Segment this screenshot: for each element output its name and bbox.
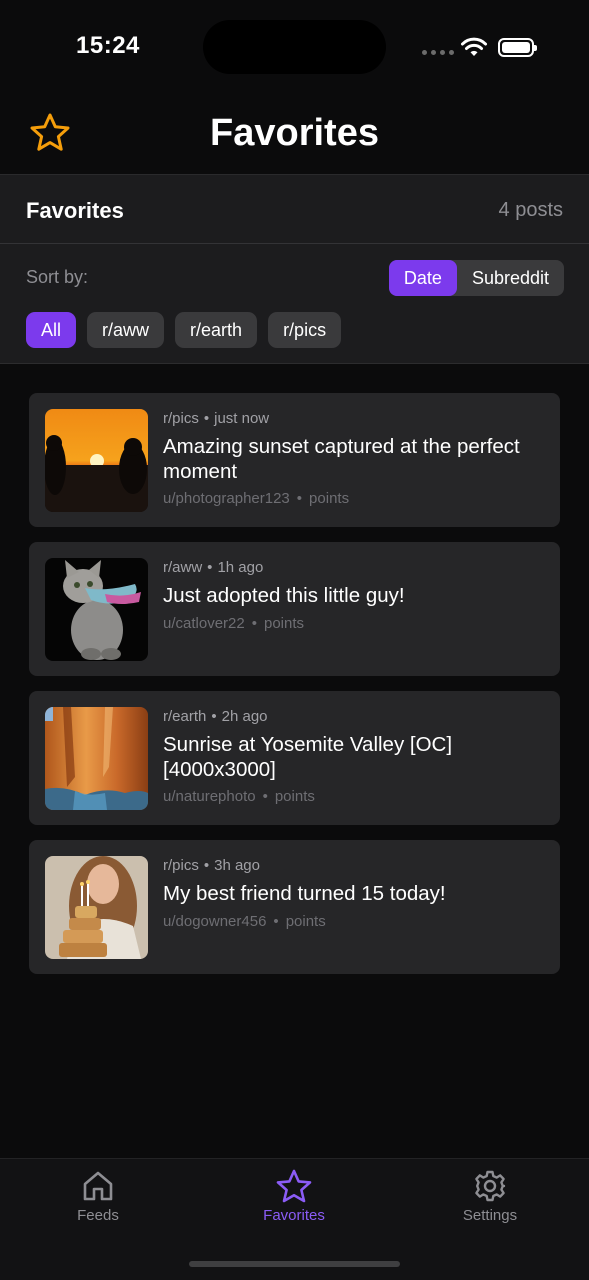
tab-label: Favorites — [263, 1207, 325, 1224]
filter-chip-aww[interactable]: r/aww — [87, 312, 165, 348]
gear-icon — [475, 1170, 506, 1202]
sunset-thumbnail — [45, 409, 148, 512]
tab-feeds[interactable]: Feeds — [38, 1169, 158, 1224]
post-meta: r/pics • just now — [163, 410, 270, 427]
filter-chip-earth[interactable]: r/earth — [175, 312, 258, 348]
cellular-signal-icon — [422, 50, 454, 55]
battery-icon — [498, 38, 537, 57]
favorites-panel: Favorites 4 posts Sort by: Date Subreddi… — [0, 174, 589, 364]
post-byline: u/catlover22 • points — [163, 615, 305, 632]
post-count: 4 posts — [498, 199, 563, 221]
post-meta: r/earth • 2h ago — [163, 708, 268, 725]
sort-subreddit-button[interactable]: Subreddit — [457, 260, 564, 296]
status-bar: 15:24 — [0, 0, 589, 92]
post-meta: r/aww • 1h ago — [163, 559, 264, 576]
post-byline: u/photographer123 • points — [163, 490, 350, 507]
panel-title: Favorites — [26, 198, 124, 223]
filter-chip-all[interactable]: All — [26, 312, 77, 348]
sort-segmented-control: Date Subreddit — [388, 260, 564, 296]
filter-chip-pics[interactable]: r/pics — [268, 312, 342, 348]
sort-label: Sort by: — [26, 267, 89, 287]
cliff-thumbnail — [45, 707, 148, 810]
home-indicator — [189, 1261, 400, 1267]
post-title[interactable]: My best friend turned 15 today! — [163, 881, 523, 906]
post-card[interactable]: r/pics • just now Amazing sunset captured … — [29, 393, 560, 527]
panel-header: Favorites 4 posts — [0, 175, 589, 244]
post-byline: u/dogowner456 • points — [163, 913, 326, 930]
nav-header: Favorites — [0, 92, 589, 174]
post-card[interactable]: r/aww • 1h ago Just adopted this little gu… — [29, 542, 560, 676]
birthday-thumbnail — [45, 856, 148, 959]
filter-chips: All r/aww r/earth r/pics — [26, 312, 342, 348]
page-title: Favorites — [210, 112, 379, 154]
wifi-icon — [461, 37, 487, 56]
tab-label: Settings — [462, 1207, 518, 1224]
status-time: 15:24 — [76, 32, 140, 59]
tab-favorites[interactable]: Favorites — [234, 1169, 354, 1224]
home-icon — [83, 1171, 113, 1201]
cat-thumbnail — [45, 558, 148, 661]
post-card[interactable]: r/earth • 2h ago Sunrise at Yosemite Valle… — [29, 691, 560, 825]
post-title[interactable]: Just adopted this little guy! — [163, 583, 523, 608]
sort-date-button[interactable]: Date — [388, 260, 457, 296]
post-title[interactable]: Amazing sunset captured at the perfect m… — [163, 434, 523, 484]
star-icon — [276, 1169, 312, 1203]
post-title[interactable]: Sunrise at Yosemite Valley [OC] [4000x30… — [163, 732, 523, 782]
post-meta: r/pics • 3h ago — [163, 857, 260, 874]
post-byline: u/naturephoto • points — [163, 788, 315, 805]
favorites-list: r/pics • just now Amazing sunset captured … — [29, 393, 560, 989]
post-card[interactable]: r/pics • 3h ago My best friend turned 15 t… — [29, 840, 560, 974]
tab-label: Feeds — [77, 1207, 119, 1224]
tab-settings[interactable]: Settings — [430, 1169, 550, 1224]
dynamic-island — [203, 20, 386, 74]
